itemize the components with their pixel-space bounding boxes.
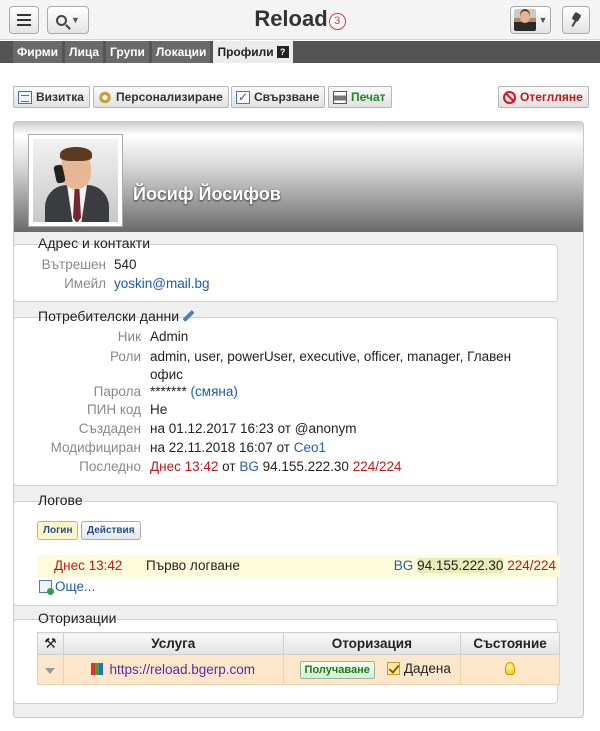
personalize-button[interactable]: Персонализиране: [93, 86, 229, 108]
print-button[interactable]: Печат: [328, 86, 392, 108]
help-icon[interactable]: ?: [276, 46, 289, 58]
business-card-button[interactable]: Визитка: [13, 86, 90, 108]
user-data-title-text: Потребителски данни: [38, 308, 180, 324]
more-logs-label: Още...: [55, 579, 96, 594]
checkbox-icon: ✓: [236, 89, 250, 104]
log-entry-country: BG: [393, 558, 414, 573]
app-title[interactable]: Reload: [254, 6, 327, 31]
last-login-label: Последно: [79, 459, 141, 474]
service-header[interactable]: Услуга: [62, 632, 284, 655]
cancel-label: Отеглляне: [520, 90, 583, 104]
modified-value: на 22.11.2018 16:07 от: [150, 440, 290, 455]
print-label: Печат: [351, 90, 386, 104]
log-entry-text: Първо логване: [146, 558, 240, 573]
email-link[interactable]: yoskin@mail.bg: [114, 276, 210, 291]
user-data-title: Потребителски данни: [38, 308, 195, 324]
modified-by-link[interactable]: Ceo1: [294, 440, 326, 455]
card-icon: [18, 90, 32, 104]
log-entry-ip: 94.155.222.30: [417, 558, 504, 573]
tab-persons[interactable]: Лица: [65, 41, 104, 63]
pin-label: ПИН код: [86, 402, 141, 417]
tools-icon: ⚒: [44, 635, 57, 651]
row-menu-cell[interactable]: [37, 654, 64, 685]
tab-groups[interactable]: Групи: [106, 41, 149, 63]
more-logs-link[interactable]: Още...: [39, 579, 96, 595]
personalize-label: Персонализиране: [116, 90, 223, 104]
gears-icon: [98, 90, 112, 104]
logs-title: Логове: [38, 492, 83, 508]
filter-actions-button[interactable]: Действия: [81, 521, 141, 540]
log-entry-row: Днес 13:42 Първо логване BG 94.155.222.3…: [37, 555, 560, 577]
service-icon: [91, 663, 104, 675]
tab-firms[interactable]: Фирми: [13, 41, 63, 63]
log-entry-time: Днес 13:42: [54, 558, 123, 573]
pencil-icon[interactable]: [182, 309, 195, 323]
authorization-cell: Получаване Дадена: [282, 654, 462, 685]
last-login-ip: 94.155.222.30: [262, 459, 349, 474]
photo-image: [33, 139, 118, 222]
change-password-link[interactable]: (смяна): [191, 384, 238, 399]
authorizations-table: ⚒ Услуга Оторизация Състояние https://re…: [37, 632, 560, 685]
top-bar: ▼ Reload 3 ▼: [0, 0, 600, 40]
authorization-value: Дадена: [403, 660, 451, 676]
contacts-title: Адрес и контакти: [38, 235, 151, 251]
service-cell: https://reload.bgerp.com: [62, 654, 284, 685]
last-login-time: Днес 13:42: [150, 459, 219, 474]
state-cell: [460, 654, 560, 685]
profile-photo[interactable]: [28, 134, 123, 227]
last-login-country: BG: [239, 459, 259, 474]
link-button[interactable]: ✓ Свързване: [231, 86, 326, 108]
cancel-button[interactable]: Отеглляне: [498, 86, 589, 108]
last-login-count: 224/224: [352, 459, 402, 474]
password-value: *******: [150, 384, 187, 399]
created-value: на 01.12.2017 16:23 от: [150, 421, 291, 436]
password-label: Парола: [93, 384, 141, 399]
log-entry-count: 224/224: [507, 558, 556, 573]
modified-label: Модифициран: [50, 440, 141, 455]
internal-label: Вътрешен: [41, 257, 106, 272]
chevron-down-icon: ▼: [538, 15, 548, 25]
state-header[interactable]: Състояние: [460, 632, 560, 655]
roles-label: Роли: [109, 349, 141, 364]
filter-login-button[interactable]: Логин: [37, 521, 79, 540]
lightbulb-icon: [505, 661, 516, 675]
table-header-row: ⚒ Услуга Оторизация Състояние: [37, 632, 560, 655]
pin-button[interactable]: [562, 6, 590, 34]
service-link[interactable]: https://reload.bgerp.com: [109, 662, 255, 677]
receive-button[interactable]: Получаване: [299, 660, 375, 679]
nick-label: Ник: [117, 329, 141, 344]
table-row: https://reload.bgerp.com Получаване Даден…: [37, 654, 560, 685]
link-label: Свързване: [254, 90, 320, 104]
triangle-down-icon: [45, 668, 56, 674]
pin-value: Не: [150, 402, 168, 417]
tab-locations[interactable]: Локации: [151, 41, 211, 63]
tab-profiles[interactable]: Профили?: [213, 41, 293, 63]
nick-value: Admin: [150, 329, 189, 344]
authorization-header[interactable]: Оторизация: [282, 632, 462, 655]
more-icon: [39, 580, 54, 595]
notification-badge[interactable]: 3: [328, 13, 346, 30]
profile-header: Йосиф Йосифов: [14, 122, 583, 232]
last-login-from: от: [222, 459, 236, 474]
internal-value: 540: [114, 257, 137, 272]
authorizations-title: Оторизации: [38, 610, 117, 626]
stop-icon: [503, 90, 516, 104]
tab-bar: Фирми Лица Групи Локации Профили?: [0, 41, 600, 63]
business-card-label: Визитка: [36, 90, 84, 104]
user-menu-button[interactable]: ▼: [510, 6, 551, 34]
roles-value: admin, user, powerUser, executive, offic…: [150, 349, 512, 382]
pin-icon: [571, 13, 581, 27]
authorization-checkbox[interactable]: [386, 661, 400, 675]
avatar: [513, 9, 536, 31]
tab-profiles-label: Профили: [217, 45, 274, 59]
created-label: Създаден: [78, 421, 141, 436]
created-by: @anonym: [294, 421, 357, 436]
tools-header: ⚒: [37, 632, 64, 655]
contacts-section: [13, 244, 558, 302]
person-name: Йосиф Йосифов: [133, 184, 281, 204]
printer-icon: [333, 90, 347, 104]
email-label: Имейл: [64, 276, 106, 291]
